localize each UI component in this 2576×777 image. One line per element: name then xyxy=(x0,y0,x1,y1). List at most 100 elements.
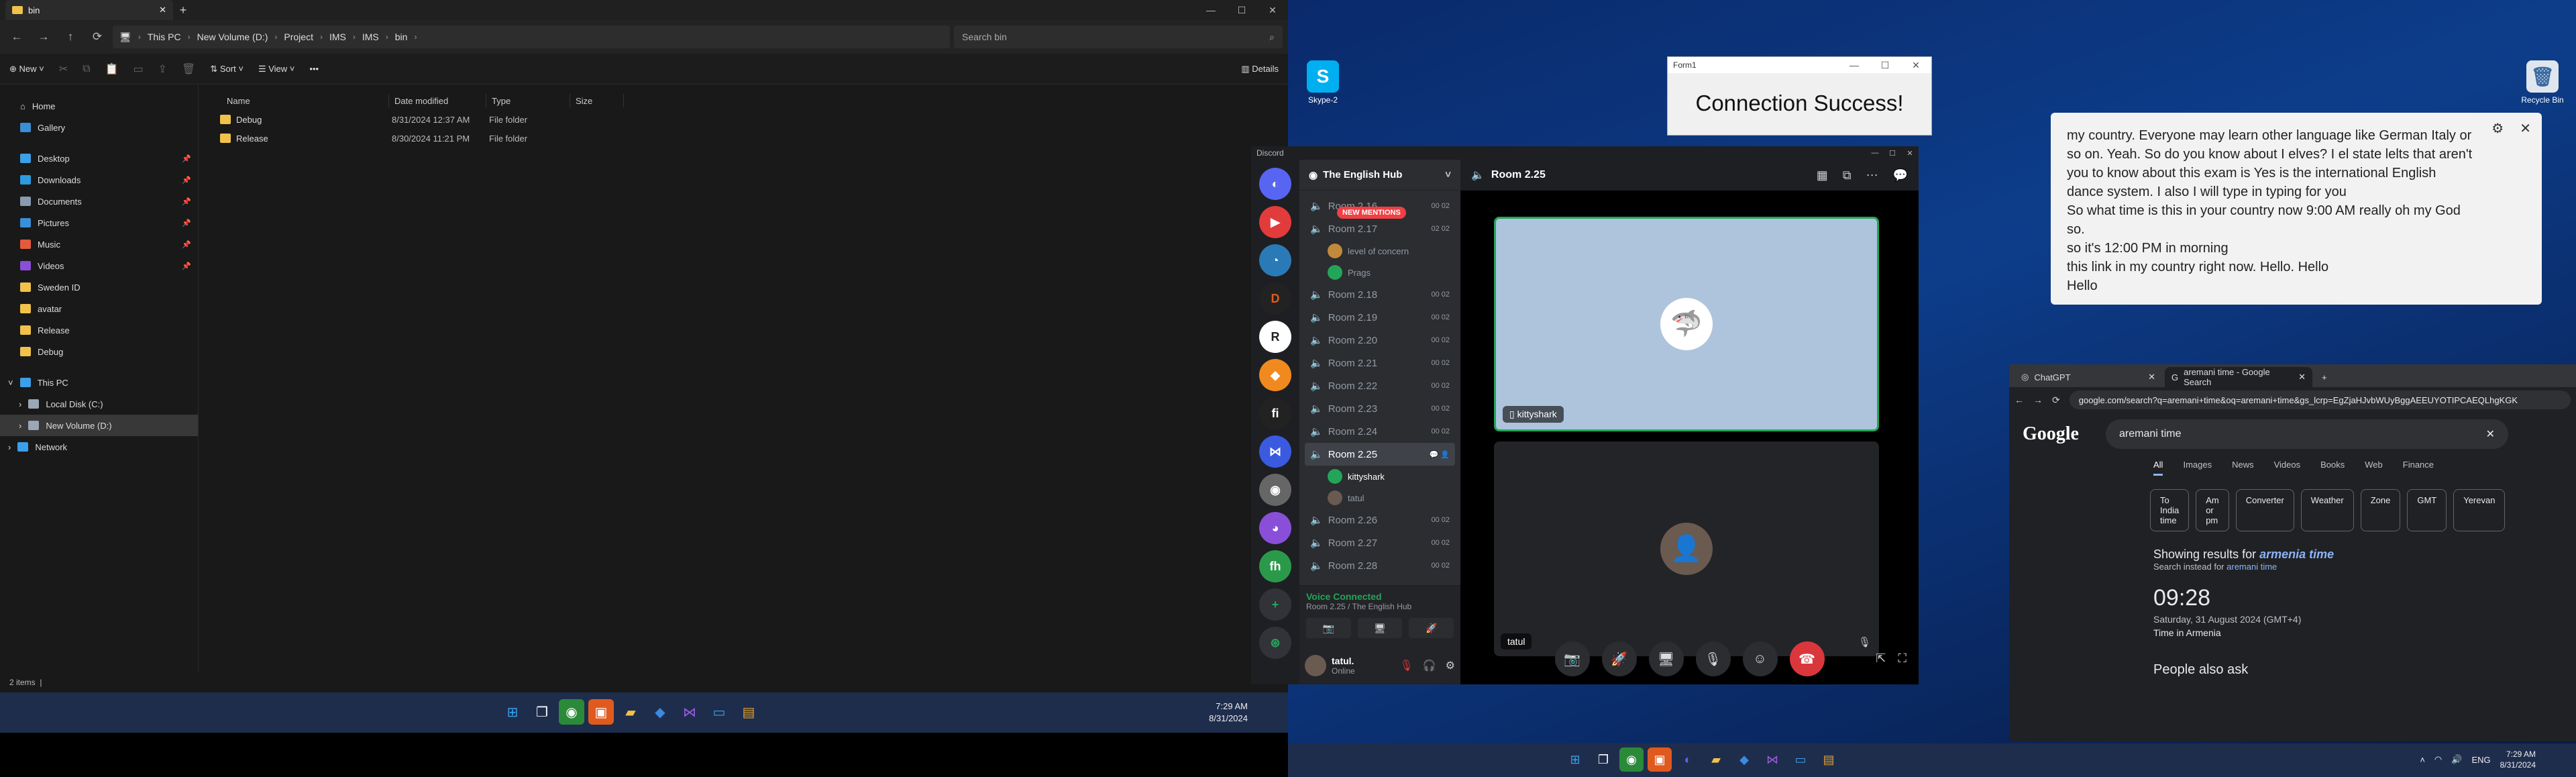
reload-button[interactable]: ⟳ xyxy=(2052,395,2060,406)
server-icon[interactable]: ◔ xyxy=(1259,244,1291,276)
voice-channel[interactable]: 🔈 Room 2.28 00 02 xyxy=(1305,554,1455,577)
chrome-icon[interactable]: ◉ xyxy=(1619,747,1644,772)
voice-channel[interactable]: 🔈 Room 2.27 00 02 xyxy=(1305,531,1455,554)
rename-icon[interactable]: ▭ xyxy=(133,62,144,76)
app-icon[interactable]: ◆ xyxy=(1732,747,1756,772)
url-bar[interactable]: google.com/search?q=aremani+time&oq=arem… xyxy=(2069,391,2571,409)
emoji-button[interactable]: ☺ xyxy=(1742,641,1778,676)
filter-tab[interactable]: Books xyxy=(2320,460,2345,476)
chrome-tab-active[interactable]: Garemani time - Google Search ✕ xyxy=(2165,367,2312,387)
voice-channel[interactable]: 🔈 Room 2.20 00 02 xyxy=(1305,329,1455,352)
copy-icon[interactable]: ⧉ xyxy=(83,63,90,75)
voice-channel[interactable]: 🔈 Room 2.19 00 02 xyxy=(1305,306,1455,329)
nav-new-volume[interactable]: › New Volume (D:) xyxy=(0,415,198,436)
gear-icon[interactable]: ⚙ xyxy=(2491,119,2504,138)
task-view-icon[interactable]: ❐ xyxy=(529,699,555,725)
grid-icon[interactable]: ▦ xyxy=(1817,168,1828,183)
avatar[interactable] xyxy=(1305,655,1326,676)
camera-button[interactable]: 📷 xyxy=(1554,641,1590,676)
skype-desktop-icon[interactable]: S Skype-2 xyxy=(1296,60,1350,105)
gear-icon[interactable]: ⚙ xyxy=(1446,659,1455,672)
forward-button[interactable]: → xyxy=(32,25,55,48)
voice-user[interactable]: tatul xyxy=(1305,487,1455,509)
close-tab-icon[interactable]: ✕ xyxy=(159,5,166,15)
cut-icon[interactable]: ✂ xyxy=(59,62,68,76)
channel-settings-icon[interactable]: 💬 👤 xyxy=(1430,450,1450,459)
filter-tab[interactable]: Images xyxy=(2183,460,2212,476)
voice-channel[interactable]: 🔈 Room 2.26 00 02 xyxy=(1305,509,1455,531)
original-term-link[interactable]: aremani time xyxy=(2226,562,2277,572)
visual-studio-icon[interactable]: ⋈ xyxy=(1760,747,1784,772)
voice-channel[interactable]: 🔈 Room 2.21 00 02 xyxy=(1305,352,1455,374)
server-icon[interactable]: ◉ xyxy=(1259,474,1291,506)
disconnect-button[interactable]: ☎ xyxy=(1789,641,1825,676)
breadcrumb-item[interactable]: Project xyxy=(284,32,313,42)
wifi-icon[interactable]: ◠ xyxy=(2434,754,2442,765)
voice-user[interactable]: Prags xyxy=(1305,262,1455,283)
voice-channel[interactable]: 🔈 Room 2.18 00 02 xyxy=(1305,283,1455,306)
mute-button[interactable]: 🎙 xyxy=(1695,641,1731,676)
voice-channel[interactable]: 🔈 Room 2.23 00 02 xyxy=(1305,397,1455,420)
minimize-button[interactable]: — xyxy=(1866,149,1884,158)
server-icon[interactable]: fh xyxy=(1259,550,1291,582)
fullscreen-icon[interactable]: ⛶ xyxy=(1898,652,1907,666)
voice-status[interactable]: Voice Connected xyxy=(1306,591,1454,602)
chevron-right-icon[interactable]: › xyxy=(8,442,11,452)
participant-tile[interactable]: 🦈 ▯ kittyshark xyxy=(1494,217,1879,431)
nav-pictures[interactable]: Pictures 📌 xyxy=(0,212,198,234)
breadcrumb-item[interactable]: New Volume (D:) xyxy=(197,32,268,42)
share-icon[interactable]: ⇪ xyxy=(158,62,167,76)
app-icon[interactable]: ▤ xyxy=(736,699,761,725)
back-button[interactable]: ← xyxy=(2015,395,2024,405)
breadcrumb-item[interactable]: This PC xyxy=(148,32,181,42)
voice-user[interactable]: kittyshark xyxy=(1305,466,1455,487)
start-icon[interactable]: ⊞ xyxy=(1563,747,1587,772)
new-tab-button[interactable]: + xyxy=(173,3,193,17)
monitor-icon[interactable]: ▭ xyxy=(706,699,732,725)
nav-folder[interactable]: Sweden ID xyxy=(0,276,198,298)
nav-home[interactable]: ⌂ Home xyxy=(0,95,198,117)
chevron-right-icon[interactable]: › xyxy=(19,421,21,431)
column-size[interactable]: Size xyxy=(570,94,624,107)
server-icon[interactable]: fi xyxy=(1259,397,1291,429)
view-button[interactable]: ☰ View ˅ xyxy=(258,64,294,74)
minimize-button[interactable]: — xyxy=(1195,5,1226,16)
chip[interactable]: Am or pm xyxy=(2196,489,2229,531)
voice-channel[interactable]: 🔈 Room 2.24 00 02 xyxy=(1305,420,1455,443)
app-icon[interactable]: ▣ xyxy=(588,699,614,725)
nav-gallery[interactable]: Gallery xyxy=(0,117,198,138)
clock[interactable]: 7:29 AM 8/31/2024 xyxy=(1209,701,1248,725)
maximize-button[interactable]: ☐ xyxy=(1870,60,1900,71)
chip[interactable]: To India time xyxy=(2150,489,2190,531)
chevron-up-icon[interactable]: ˄ xyxy=(2420,755,2425,765)
popout-icon[interactable]: ⇱ xyxy=(1876,652,1886,666)
up-button[interactable]: ↑ xyxy=(59,25,82,48)
discord-icon[interactable]: ◐ xyxy=(1676,747,1700,772)
close-tab-icon[interactable]: ✕ xyxy=(2148,372,2155,382)
chrome-tab[interactable]: ◎ ChatGPT ✕ xyxy=(2015,367,2162,387)
discord-home-icon[interactable]: ◐ xyxy=(1259,168,1291,200)
nav-local-disk[interactable]: › Local Disk (C:) xyxy=(0,393,198,415)
screen-share-button[interactable]: 🖥 xyxy=(1648,641,1684,676)
refresh-button[interactable]: ⟳ xyxy=(86,25,109,48)
filter-tab[interactable]: Finance xyxy=(2403,460,2434,476)
close-tab-icon[interactable]: ✕ xyxy=(2298,372,2306,382)
voice-user[interactable]: level of concern xyxy=(1305,240,1455,262)
folder-icon[interactable]: ▰ xyxy=(618,699,643,725)
google-search-input[interactable]: aremani time ✕ xyxy=(2106,419,2508,449)
app-icon[interactable]: ◆ xyxy=(647,699,673,725)
breadcrumb-item[interactable]: IMS xyxy=(362,32,379,42)
task-view-icon[interactable]: ❐ xyxy=(1591,747,1615,772)
participant-tile[interactable]: 👤 tatul 🎙 xyxy=(1494,442,1879,656)
nav-this-pc[interactable]: ˅ This PC xyxy=(0,372,198,393)
camera-button[interactable]: 📷 xyxy=(1306,618,1351,638)
visual-studio-icon[interactable]: ⋈ xyxy=(677,699,702,725)
maximize-button[interactable]: ☐ xyxy=(1226,5,1257,16)
language-indicator[interactable]: ENG xyxy=(2471,755,2490,765)
paste-icon[interactable]: 📋 xyxy=(105,62,119,76)
server-icon[interactable]: D xyxy=(1259,282,1291,315)
sort-button[interactable]: ⇅ Sort ˅ xyxy=(210,64,244,74)
nav-videos[interactable]: Videos 📌 xyxy=(0,255,198,276)
file-row[interactable]: Debug 8/31/2024 12:37 AM File folder xyxy=(199,110,1288,129)
corrected-term-link[interactable]: armenia time xyxy=(2259,548,2334,561)
